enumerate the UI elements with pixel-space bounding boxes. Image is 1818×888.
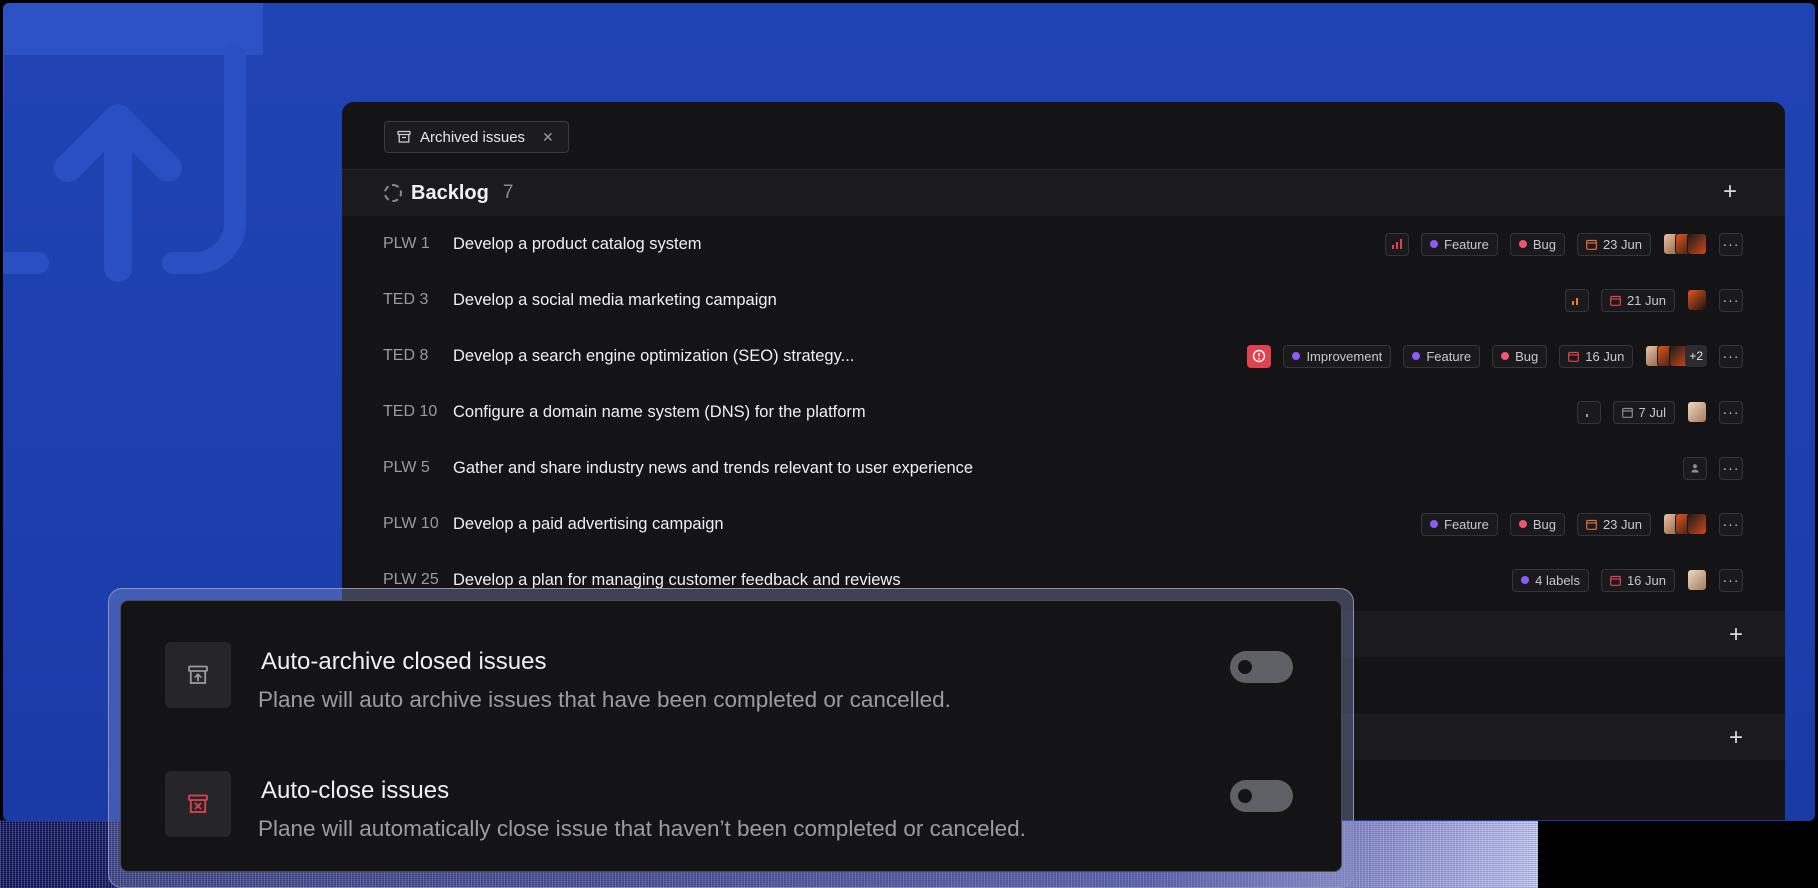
automation-settings-card: Auto-archive closed issues Plane will au… — [108, 588, 1354, 888]
auto-close-setting: Auto-close issues Plane will automatical… — [121, 760, 1341, 860]
more-options-button[interactable]: ··· — [1719, 288, 1743, 312]
issue-id: PLW 25 — [383, 571, 439, 588]
calendar-icon — [1586, 239, 1597, 250]
label-pill[interactable]: Bug — [1509, 232, 1565, 256]
due-date-pill[interactable]: 23 Jun — [1576, 512, 1651, 536]
priority-high-icon[interactable] — [1385, 232, 1409, 256]
issue-id: TED 8 — [383, 347, 429, 364]
priority-low-icon[interactable] — [1576, 400, 1601, 424]
assignees[interactable] — [1687, 569, 1707, 591]
group-count: 7 — [502, 182, 514, 203]
auto-archive-setting: Auto-archive closed issues Plane will au… — [121, 631, 1341, 731]
more-options-button[interactable]: ··· — [1719, 344, 1743, 368]
avatar — [1687, 401, 1707, 423]
setting-description: Plane will automatically close issue tha… — [258, 816, 1026, 841]
archive-box-icon — [165, 642, 231, 708]
issue-row[interactable]: PLW 1 Develop a product catalog system F… — [342, 216, 1785, 272]
auto-close-toggle[interactable] — [1230, 780, 1293, 812]
assign-user-icon[interactable] — [1683, 456, 1707, 480]
more-options-button[interactable]: ··· — [1719, 400, 1743, 424]
extra-assignees-count: +2 — [1685, 345, 1707, 367]
label-pill[interactable]: Bug — [1509, 512, 1565, 536]
chip-label: Archived issues — [420, 128, 526, 146]
issue-title[interactable]: Gather and share industry news and trend… — [453, 459, 973, 478]
issue-title[interactable]: Develop a product catalog system — [453, 235, 702, 254]
more-options-button[interactable]: ··· — [1719, 512, 1743, 536]
calendar-icon — [1610, 295, 1621, 306]
background-black — [1538, 820, 1818, 888]
label-pill[interactable]: Feature — [1403, 344, 1481, 368]
assignees[interactable]: +2 — [1645, 345, 1707, 367]
issue-title[interactable]: Develop a search engine optimization (SE… — [453, 347, 854, 366]
more-options-button[interactable]: ··· — [1719, 568, 1743, 592]
issue-row[interactable]: TED 3 Develop a social media marketing c… — [342, 272, 1785, 328]
assignees[interactable] — [1663, 513, 1707, 535]
add-issue-button[interactable]: + — [1729, 724, 1743, 752]
due-date-pill[interactable]: 7 Jul — [1612, 400, 1675, 424]
due-date-pill[interactable]: 21 Jun — [1600, 288, 1675, 312]
issue-id: PLW 1 — [383, 235, 430, 252]
issue-row[interactable]: PLW 10 Develop a paid advertising campai… — [342, 496, 1785, 552]
issue-title[interactable]: Develop a social media marketing campaig… — [453, 291, 777, 310]
archive-icon — [397, 130, 411, 143]
archived-issues-filter-chip[interactable]: Archived issues ✕ — [384, 121, 569, 153]
label-pill[interactable]: 4 labels — [1512, 568, 1589, 592]
assignees[interactable] — [1687, 401, 1707, 423]
add-issue-button[interactable]: + — [1729, 621, 1743, 649]
add-issue-button[interactable]: + — [1717, 180, 1743, 206]
due-date-pill[interactable]: 23 Jun — [1576, 232, 1651, 256]
backlog-state-icon — [384, 184, 402, 202]
upload-archive-decoration-icon — [3, 3, 263, 282]
assignees[interactable] — [1663, 233, 1707, 255]
archive-close-icon — [165, 771, 231, 837]
label-pill[interactable]: Bug — [1492, 344, 1548, 368]
setting-title: Auto-close issues — [261, 777, 450, 804]
automation-settings-panel: Auto-archive closed issues Plane will au… — [120, 600, 1342, 872]
issue-row[interactable]: TED 8 Develop a search engine optimizati… — [342, 328, 1785, 384]
avatar — [1687, 569, 1707, 591]
more-options-button[interactable]: ··· — [1719, 232, 1743, 256]
issue-id: PLW 5 — [383, 459, 430, 476]
issue-row[interactable]: TED 10 Configure a domain name system (D… — [342, 384, 1785, 440]
due-date-pill[interactable]: 16 Jun — [1600, 568, 1675, 592]
due-date-pill[interactable]: 16 Jun — [1559, 344, 1634, 368]
setting-title: Auto-archive closed issues — [261, 648, 547, 675]
filter-bar: Archived issues ✕ — [342, 102, 1785, 170]
label-pill[interactable]: Feature — [1421, 512, 1498, 536]
issue-title[interactable]: Develop a paid advertising campaign — [453, 515, 724, 534]
group-header-backlog: Backlog 7 + — [342, 170, 1785, 216]
issue-title[interactable]: Develop a plan for managing customer fee… — [453, 571, 901, 590]
priority-urgent-icon[interactable] — [1247, 344, 1272, 368]
issue-id: TED 3 — [383, 291, 429, 308]
group-title: Backlog — [411, 181, 489, 204]
label-pill[interactable]: Feature — [1421, 232, 1498, 256]
auto-archive-toggle[interactable] — [1230, 651, 1293, 683]
calendar-icon — [1621, 407, 1633, 418]
avatar — [1687, 289, 1707, 311]
avatar — [1687, 513, 1707, 535]
issue-id: PLW 10 — [383, 515, 439, 532]
calendar-icon — [1568, 351, 1580, 362]
issue-title[interactable]: Configure a domain name system (DNS) for… — [453, 403, 866, 422]
calendar-icon — [1610, 575, 1621, 586]
avatar — [1687, 233, 1707, 255]
label-pill[interactable]: Improvement — [1283, 344, 1392, 368]
close-icon[interactable]: ✕ — [542, 129, 554, 146]
assignees[interactable] — [1687, 289, 1707, 311]
issue-row[interactable]: PLW 5 Gather and share industry news and… — [342, 440, 1785, 496]
issue-id: TED 10 — [383, 403, 438, 420]
more-options-button[interactable]: ··· — [1719, 456, 1743, 480]
calendar-icon — [1586, 519, 1597, 530]
priority-medium-icon[interactable] — [1564, 288, 1589, 312]
setting-description: Plane will auto archive issues that have… — [258, 687, 951, 712]
